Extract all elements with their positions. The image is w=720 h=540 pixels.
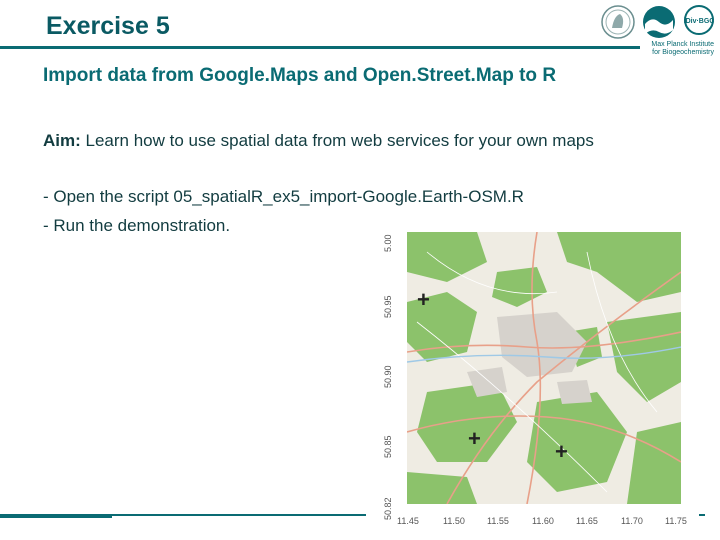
y-tick-label: 5.00 bbox=[383, 234, 393, 252]
title-divider bbox=[0, 46, 640, 49]
idiv-logo-icon: iDiv·BGC bbox=[684, 5, 715, 35]
slide-subtitle: Import data from Google.Maps and Open.St… bbox=[43, 65, 557, 86]
footer-divider-accent bbox=[0, 516, 112, 518]
aim-label: Aim: bbox=[43, 131, 81, 150]
x-tick-label: 11.45 bbox=[397, 516, 419, 526]
x-tick-label: 11.50 bbox=[443, 516, 465, 526]
institute-name: Max Planck Institute for Biogeochemistry bbox=[640, 41, 720, 57]
y-tick-label: 50.95 bbox=[383, 295, 393, 318]
osm-map-figure: 5.00 50.95 50.90 50.85 50.82 + + + 11.45… bbox=[383, 222, 701, 528]
x-tick-label: 11.55 bbox=[487, 516, 509, 526]
bullet-run-demo: - Run the demonstration. bbox=[43, 216, 231, 235]
slide-title: Exercise 5 bbox=[46, 12, 170, 40]
idiv-label: iDiv·BGC bbox=[684, 18, 715, 25]
y-tick-label: 50.82 bbox=[383, 497, 393, 520]
marker-plus: + bbox=[417, 287, 430, 312]
x-tick-label: 11.70 bbox=[621, 516, 643, 526]
map-tiles bbox=[407, 232, 681, 504]
mpi-wave-logo-icon bbox=[643, 6, 675, 38]
institute-line-2: for Biogeochemistry bbox=[652, 49, 714, 56]
y-tick-label: 50.90 bbox=[383, 365, 393, 388]
x-tick-label: 11.65 bbox=[576, 516, 598, 526]
marker-plus: + bbox=[468, 426, 481, 451]
mpg-minerva-logo-icon bbox=[601, 5, 635, 39]
aim-statement: Aim: Learn how to use spatial data from … bbox=[43, 131, 594, 151]
bullet-open-script: - Open the script 05_spatialR_ex5_import… bbox=[43, 187, 524, 206]
footer-tick bbox=[699, 514, 705, 516]
x-tick-label: 11.75 bbox=[665, 516, 687, 526]
aim-text: Learn how to use spatial data from web s… bbox=[80, 131, 594, 150]
institute-line-1: Max Planck Institute bbox=[651, 41, 714, 48]
y-tick-label: 50.85 bbox=[383, 435, 393, 458]
x-tick-label: 11.60 bbox=[532, 516, 554, 526]
marker-plus: + bbox=[555, 439, 568, 464]
